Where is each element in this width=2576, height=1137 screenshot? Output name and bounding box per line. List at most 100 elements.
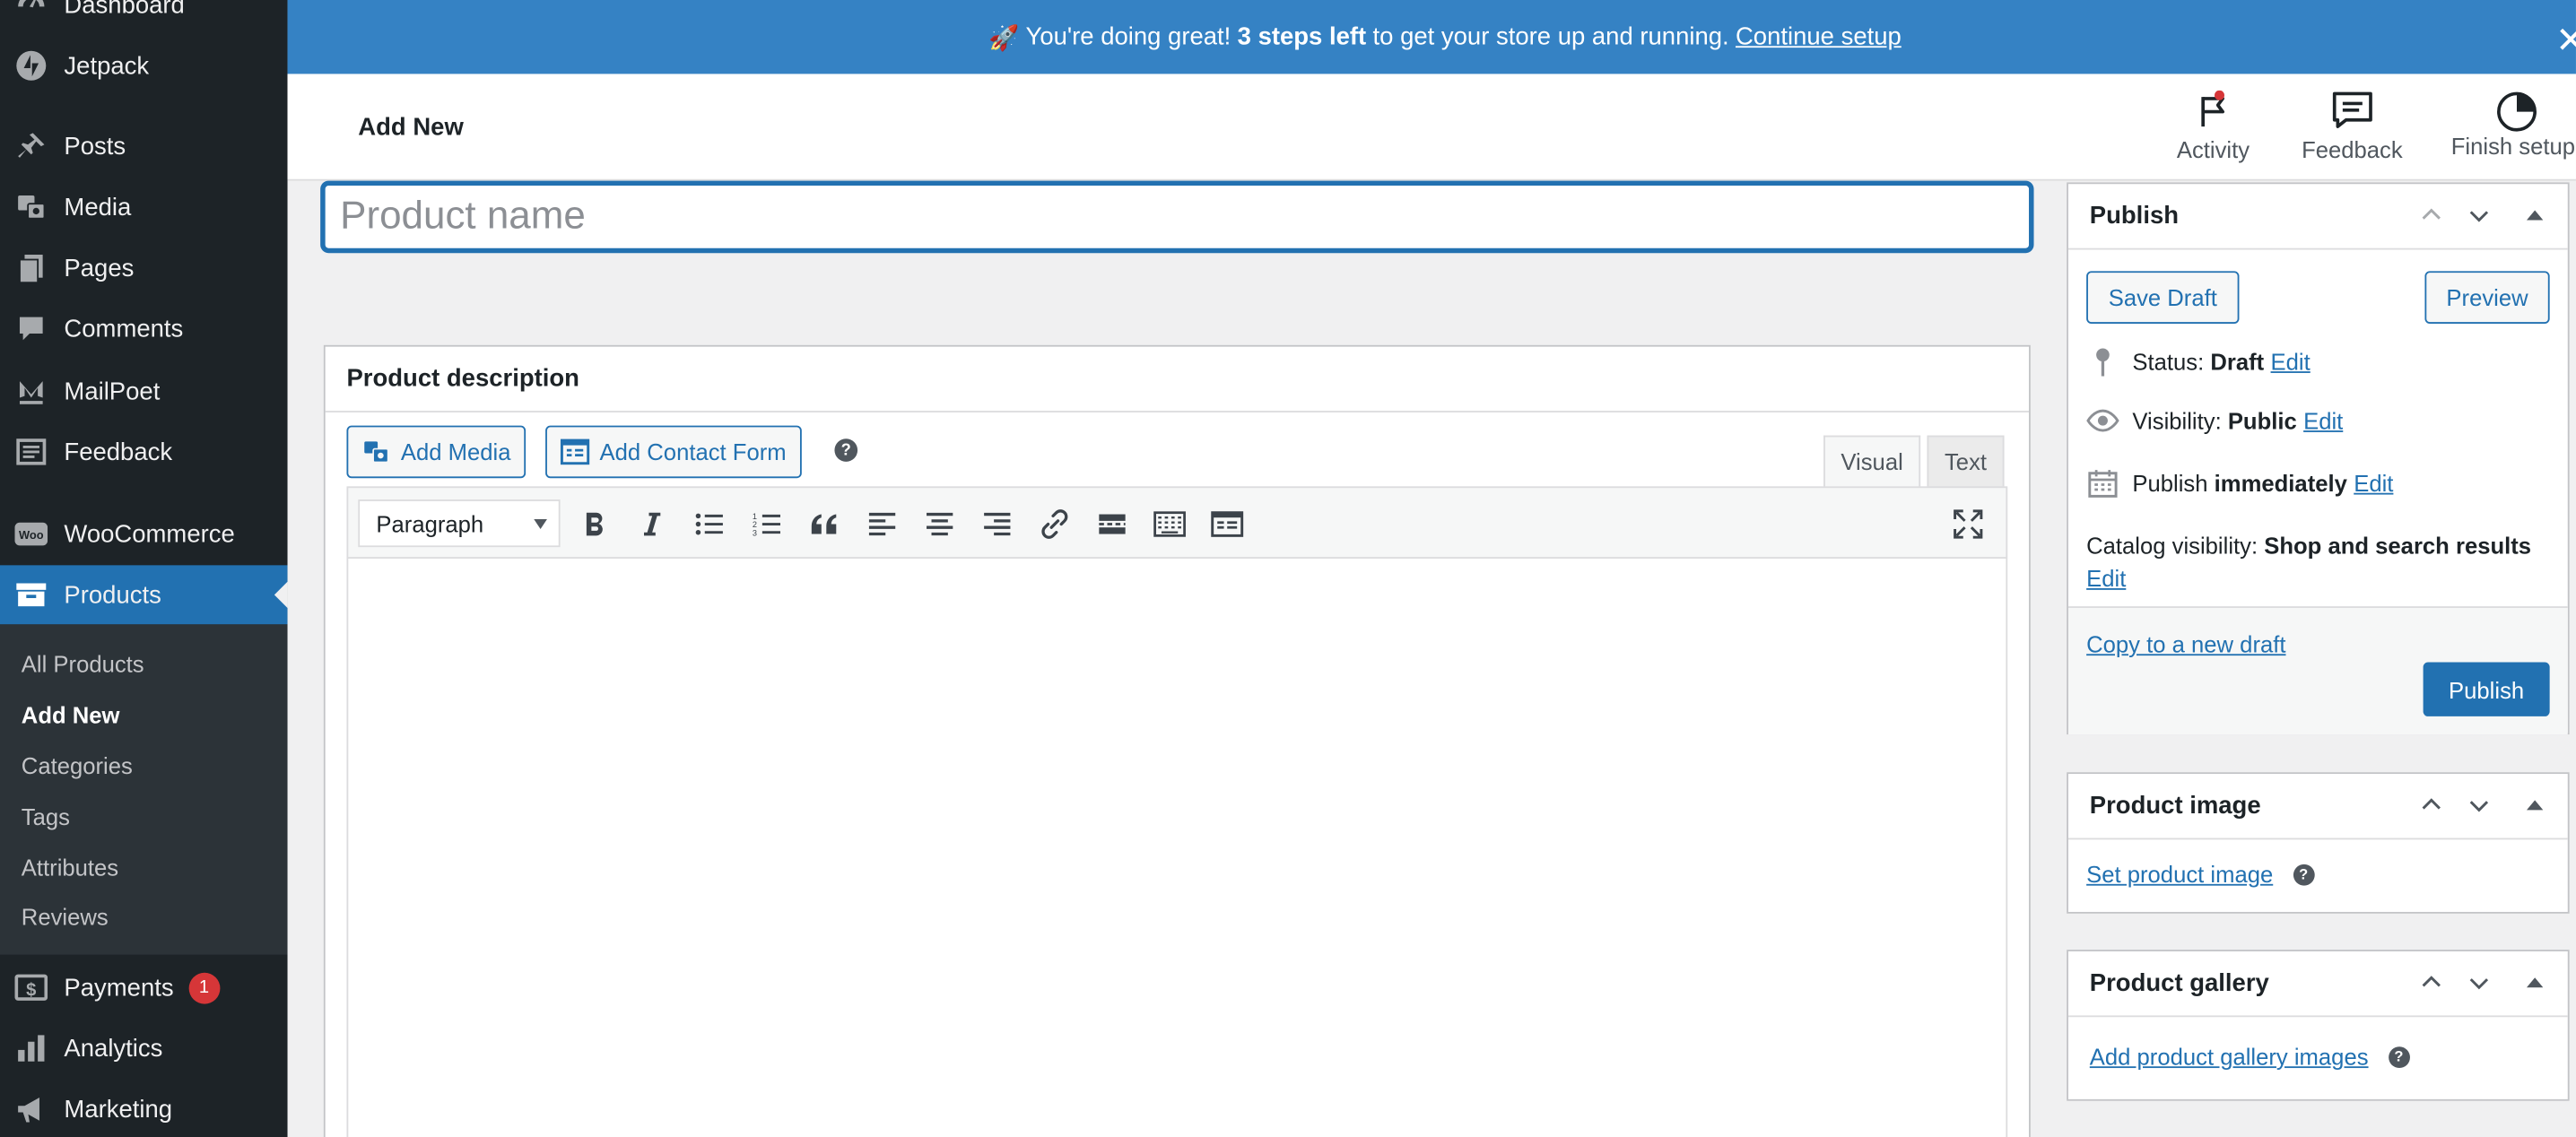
align-left-icon[interactable]: [863, 506, 902, 542]
toolbar-toggle-icon[interactable]: [1150, 506, 1189, 542]
chevron-up-icon[interactable]: [2420, 794, 2443, 817]
mailpoet-icon: [14, 375, 48, 408]
form-icon[interactable]: [1207, 506, 1247, 542]
sidebar-item-label: MailPoet: [64, 377, 161, 405]
product-description-box: Product description Add Media Add Contac…: [323, 344, 2031, 1137]
status-row: Status: Draft Edit: [2086, 347, 2311, 377]
tab-text[interactable]: Text: [1927, 435, 2005, 489]
sidebar-item-pages[interactable]: Pages: [0, 239, 288, 298]
sidebar-item-analytics[interactable]: Analytics: [0, 1019, 288, 1078]
sidebar-item-comments[interactable]: Comments: [0, 299, 288, 358]
bar-chart-icon: [14, 1032, 48, 1065]
collapse-toggle-icon[interactable]: [2527, 799, 2544, 812]
sidebar-item-posts[interactable]: Posts: [0, 117, 288, 176]
help-icon[interactable]: ?: [2388, 1046, 2410, 1068]
add-media-label: Add Media: [400, 438, 511, 465]
format-select[interactable]: Paragraph: [358, 499, 561, 548]
chevron-down-icon: [534, 519, 547, 530]
sidebar-item-media[interactable]: Media: [0, 178, 288, 237]
page-header: Add New Activity Feedback Finish setup: [287, 74, 2576, 181]
sidebar-item-marketing[interactable]: Marketing: [0, 1080, 288, 1137]
calendar-icon: [2086, 468, 2119, 498]
media-icon: [14, 191, 48, 224]
product-gallery-box: Product gallery Add product gallery imag…: [2067, 950, 2570, 1101]
sidebar-item-payments[interactable]: $ Payments 1: [0, 958, 288, 1017]
chevron-down-icon[interactable]: [2467, 204, 2491, 227]
chevron-up-icon[interactable]: [2420, 204, 2443, 227]
chevron-up-icon[interactable]: [2420, 971, 2443, 994]
align-right-icon[interactable]: [978, 506, 1017, 542]
visibility-row: Visibility: Public Edit: [2086, 407, 2343, 434]
description-editor[interactable]: [346, 559, 2008, 1137]
fullscreen-icon[interactable]: [1948, 506, 1988, 542]
activity-button[interactable]: Activity: [2177, 90, 2250, 162]
product-image-heading: Product image: [2089, 792, 2261, 820]
dollar-icon: $: [14, 971, 48, 1004]
setup-notice: 🚀 You're doing great! 3 steps left to ge…: [287, 0, 2576, 74]
add-media-button[interactable]: Add Media: [346, 425, 526, 479]
chevron-down-icon[interactable]: [2467, 794, 2491, 817]
comment-icon: [14, 312, 48, 345]
publish-actions: Copy to a new draft Publish: [2067, 606, 2568, 735]
align-center-icon[interactable]: [920, 506, 960, 542]
publish-date-label: Publish: [2132, 470, 2208, 497]
copy-to-draft-link[interactable]: Copy to a new draft: [2086, 631, 2285, 657]
submenu-categories[interactable]: Categories: [22, 752, 133, 778]
submenu-reviews[interactable]: Reviews: [22, 904, 109, 930]
publish-button[interactable]: Publish: [2423, 662, 2550, 716]
feedback-icon: [14, 436, 48, 469]
submenu-all-products[interactable]: All Products: [22, 651, 144, 677]
finish-setup-button[interactable]: Finish setup: [2451, 91, 2575, 160]
sidebar-item-feedback[interactable]: Feedback: [0, 422, 288, 482]
pages-icon: [14, 251, 48, 284]
svg-text:Woo: Woo: [19, 528, 44, 542]
read-more-icon[interactable]: [1092, 506, 1132, 542]
sidebar-item-products[interactable]: Products: [0, 565, 288, 625]
admin-sidebar: Dashboard Jetpack Posts Media Pages Comm…: [0, 0, 288, 1137]
feedback-button[interactable]: Feedback: [2302, 91, 2403, 162]
add-gallery-images-link[interactable]: Add product gallery images: [2090, 1044, 2369, 1070]
sidebar-item-jetpack[interactable]: Jetpack: [0, 36, 288, 95]
submenu-add-new[interactable]: Add New: [22, 701, 120, 727]
submenu-attributes[interactable]: Attributes: [22, 855, 118, 881]
help-icon[interactable]: ?: [2293, 863, 2315, 885]
italic-icon[interactable]: [632, 506, 672, 542]
bold-icon[interactable]: [575, 506, 614, 542]
help-icon[interactable]: ?: [834, 438, 858, 462]
collapse-toggle-icon[interactable]: [2527, 976, 2544, 989]
link-icon[interactable]: [1035, 506, 1075, 542]
catalog-visibility-edit-link[interactable]: Edit: [2086, 565, 2126, 591]
sidebar-item-woocommerce[interactable]: Woo WooCommerce: [0, 505, 288, 564]
visibility-edit-link[interactable]: Edit: [2303, 407, 2343, 433]
close-icon[interactable]: ✕: [2555, 20, 2576, 63]
product-image-content: Set product image ?: [2086, 861, 2315, 887]
sidebar-item-label: Dashboard: [64, 0, 185, 20]
numbered-list-icon[interactable]: 123: [747, 506, 787, 542]
products-submenu: All Products Add New Categories Tags Att…: [0, 624, 288, 955]
continue-setup-link[interactable]: Continue setup: [1736, 23, 1902, 51]
chevron-down-icon[interactable]: [2467, 971, 2491, 994]
form-icon: [560, 438, 600, 465]
save-draft-button[interactable]: Save Draft: [2086, 271, 2240, 324]
svg-text:$: $: [26, 980, 36, 1000]
blockquote-icon[interactable]: [805, 506, 844, 542]
tab-visual[interactable]: Visual: [1823, 435, 1921, 489]
sidebar-item-mailpoet[interactable]: MailPoet: [0, 361, 288, 421]
submenu-tags[interactable]: Tags: [22, 803, 70, 829]
add-contact-form-label: Add Contact Form: [599, 438, 787, 465]
sidebar-item-label: Comments: [64, 314, 184, 343]
sidebar-item-label: Products: [64, 580, 161, 609]
collapse-toggle-icon[interactable]: [2527, 209, 2544, 222]
add-contact-form-button[interactable]: Add Contact Form: [545, 425, 802, 479]
sidebar-item-dashboard[interactable]: Dashboard: [0, 0, 288, 34]
sidebar-item-label: Payments: [64, 973, 174, 1002]
preview-button[interactable]: Preview: [2424, 271, 2550, 324]
sidebar-item-label: Jetpack: [64, 51, 150, 80]
notice-text: You're doing great!: [1025, 22, 1231, 51]
set-product-image-link[interactable]: Set product image: [2086, 861, 2273, 887]
product-name-input[interactable]: [321, 182, 2032, 252]
bullet-list-icon[interactable]: [690, 506, 729, 542]
status-edit-link[interactable]: Edit: [2271, 348, 2311, 374]
publish-date-row: Publish immediately Edit: [2086, 468, 2393, 498]
publish-date-edit-link[interactable]: Edit: [2354, 470, 2393, 496]
